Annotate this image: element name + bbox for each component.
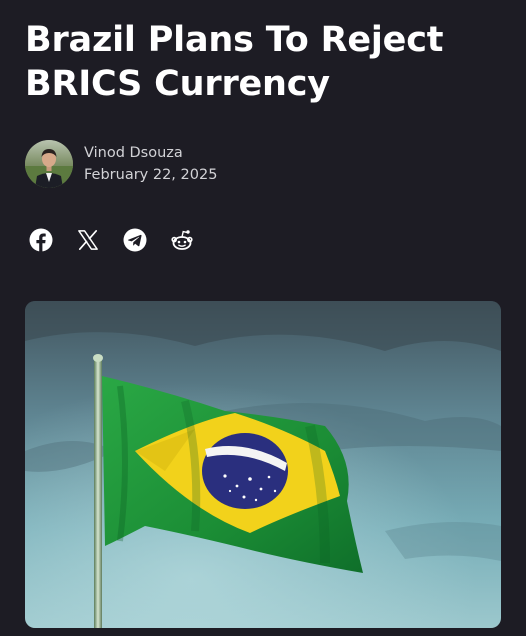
reddit-icon [171, 230, 193, 250]
share-bar [28, 227, 216, 253]
facebook-icon [29, 228, 53, 252]
avatar-image [25, 140, 73, 188]
telegram-icon [123, 228, 147, 252]
article-page: Brazil Plans To Reject BRICS Currency Vi… [0, 0, 526, 636]
author-name[interactable]: Vinod Dsouza [84, 142, 217, 164]
share-telegram-button[interactable] [122, 227, 148, 253]
share-x-button[interactable] [75, 227, 101, 253]
article-title: Brazil Plans To Reject BRICS Currency [25, 20, 444, 104]
brazil-flag-photo [25, 301, 501, 628]
share-facebook-button[interactable] [28, 227, 54, 253]
author-byline: Vinod Dsouza February 22, 2025 [25, 140, 217, 188]
publish-date: February 22, 2025 [84, 167, 218, 183]
author-avatar[interactable] [25, 140, 73, 188]
hero-image [25, 301, 501, 628]
author-meta: Vinod Dsouza February 22, 2025 [84, 142, 217, 186]
share-reddit-button[interactable] [169, 227, 195, 253]
x-icon [78, 230, 98, 250]
